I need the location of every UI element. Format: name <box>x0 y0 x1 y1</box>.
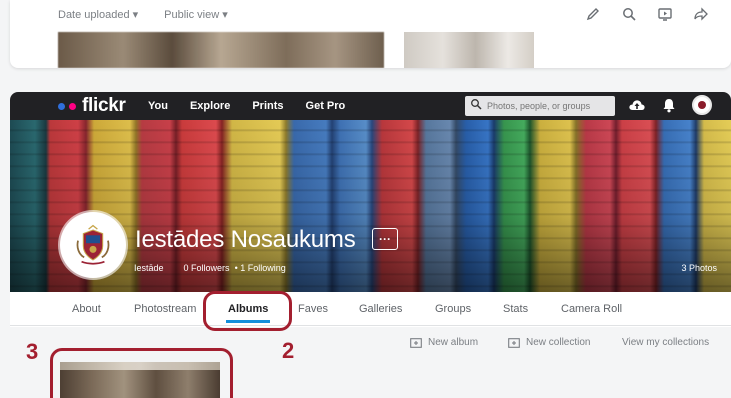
tab-photostream[interactable]: Photostream <box>134 303 196 315</box>
tab-camera-roll[interactable]: Camera Roll <box>561 303 622 315</box>
collection-icon <box>508 337 520 348</box>
new-album-label: New album <box>428 337 479 348</box>
top-navbar: flickr You Explore Prints Get Pro <box>10 92 731 120</box>
new-collection-label: New collection <box>526 337 591 348</box>
new-collection-button[interactable]: New collection <box>508 337 590 348</box>
slideshow-icon[interactable] <box>657 6 673 22</box>
nav-right-icons <box>628 95 712 115</box>
upload-icon[interactable] <box>628 96 646 114</box>
albums-tab-highlight <box>203 291 292 331</box>
date-uploaded-dropdown[interactable]: Date uploaded ▾ <box>58 8 138 21</box>
album-icon <box>410 337 422 348</box>
logo-wordmark: flickr <box>82 95 126 116</box>
share-icon[interactable] <box>693 6 709 22</box>
new-album-button[interactable]: New album <box>410 337 478 348</box>
followers-link[interactable]: 0 Followers • 1 Following <box>184 263 286 273</box>
photostream-toolbar-card: Date uploaded ▾ Public view ▾ <box>10 0 731 68</box>
step-number-3: 3 <box>26 339 39 364</box>
tab-faves[interactable]: Faves <box>298 303 328 315</box>
profile-avatar[interactable] <box>60 212 126 278</box>
tab-galleries[interactable]: Galleries <box>359 303 402 315</box>
search-box[interactable] <box>465 96 615 116</box>
user-avatar[interactable] <box>692 95 712 115</box>
followers-count: 0 Followers <box>183 263 230 273</box>
profile-meta: Iestāde 0 Followers • 1 Following <box>134 263 286 273</box>
main-nav-links: You Explore Prints Get Pro <box>148 100 345 112</box>
toolbar-icons <box>585 6 709 22</box>
tab-about[interactable]: About <box>72 303 101 315</box>
flickr-logo[interactable]: flickr <box>58 95 126 117</box>
following-count: • 1 Following <box>234 263 286 273</box>
username: Iestāde <box>134 263 164 273</box>
tab-stats[interactable]: Stats <box>503 303 528 315</box>
photo-count: 3 Photos <box>681 263 717 273</box>
photo-thumbnail[interactable] <box>58 32 384 68</box>
photo-thumbnail[interactable] <box>404 32 534 68</box>
view-my-collections-link[interactable]: View my collections <box>622 337 709 348</box>
logo-pink-dot <box>69 102 76 110</box>
photostream-filters: Date uploaded ▾ Public view ▾ <box>58 8 228 21</box>
album-thumbnail-highlight <box>50 348 233 398</box>
search-input[interactable] <box>487 101 615 111</box>
profile-tabs: About Photostream Albums Faves Galleries… <box>10 292 731 326</box>
more-options-button[interactable]: ··· <box>372 228 398 250</box>
profile-name: Iestādes Nosaukums <box>135 226 356 253</box>
search-icon <box>470 97 482 115</box>
search-icon[interactable] <box>621 6 637 22</box>
logo-blue-dot <box>58 102 65 110</box>
cover-photo: Iestādes Nosaukums ··· Iestāde 0 Followe… <box>10 120 731 292</box>
nav-link-explore[interactable]: Explore <box>190 100 230 112</box>
coat-of-arms-icon <box>76 224 110 265</box>
tab-groups[interactable]: Groups <box>435 303 471 315</box>
nav-link-you[interactable]: You <box>148 100 168 112</box>
nav-link-get-pro[interactable]: Get Pro <box>306 100 346 112</box>
notifications-bell-icon[interactable] <box>660 96 678 114</box>
public-view-dropdown[interactable]: Public view ▾ <box>164 8 228 21</box>
nav-link-prints[interactable]: Prints <box>252 100 283 112</box>
edit-icon[interactable] <box>585 6 601 22</box>
view-collections-label: View my collections <box>622 337 710 348</box>
step-number-2: 2 <box>282 338 295 363</box>
